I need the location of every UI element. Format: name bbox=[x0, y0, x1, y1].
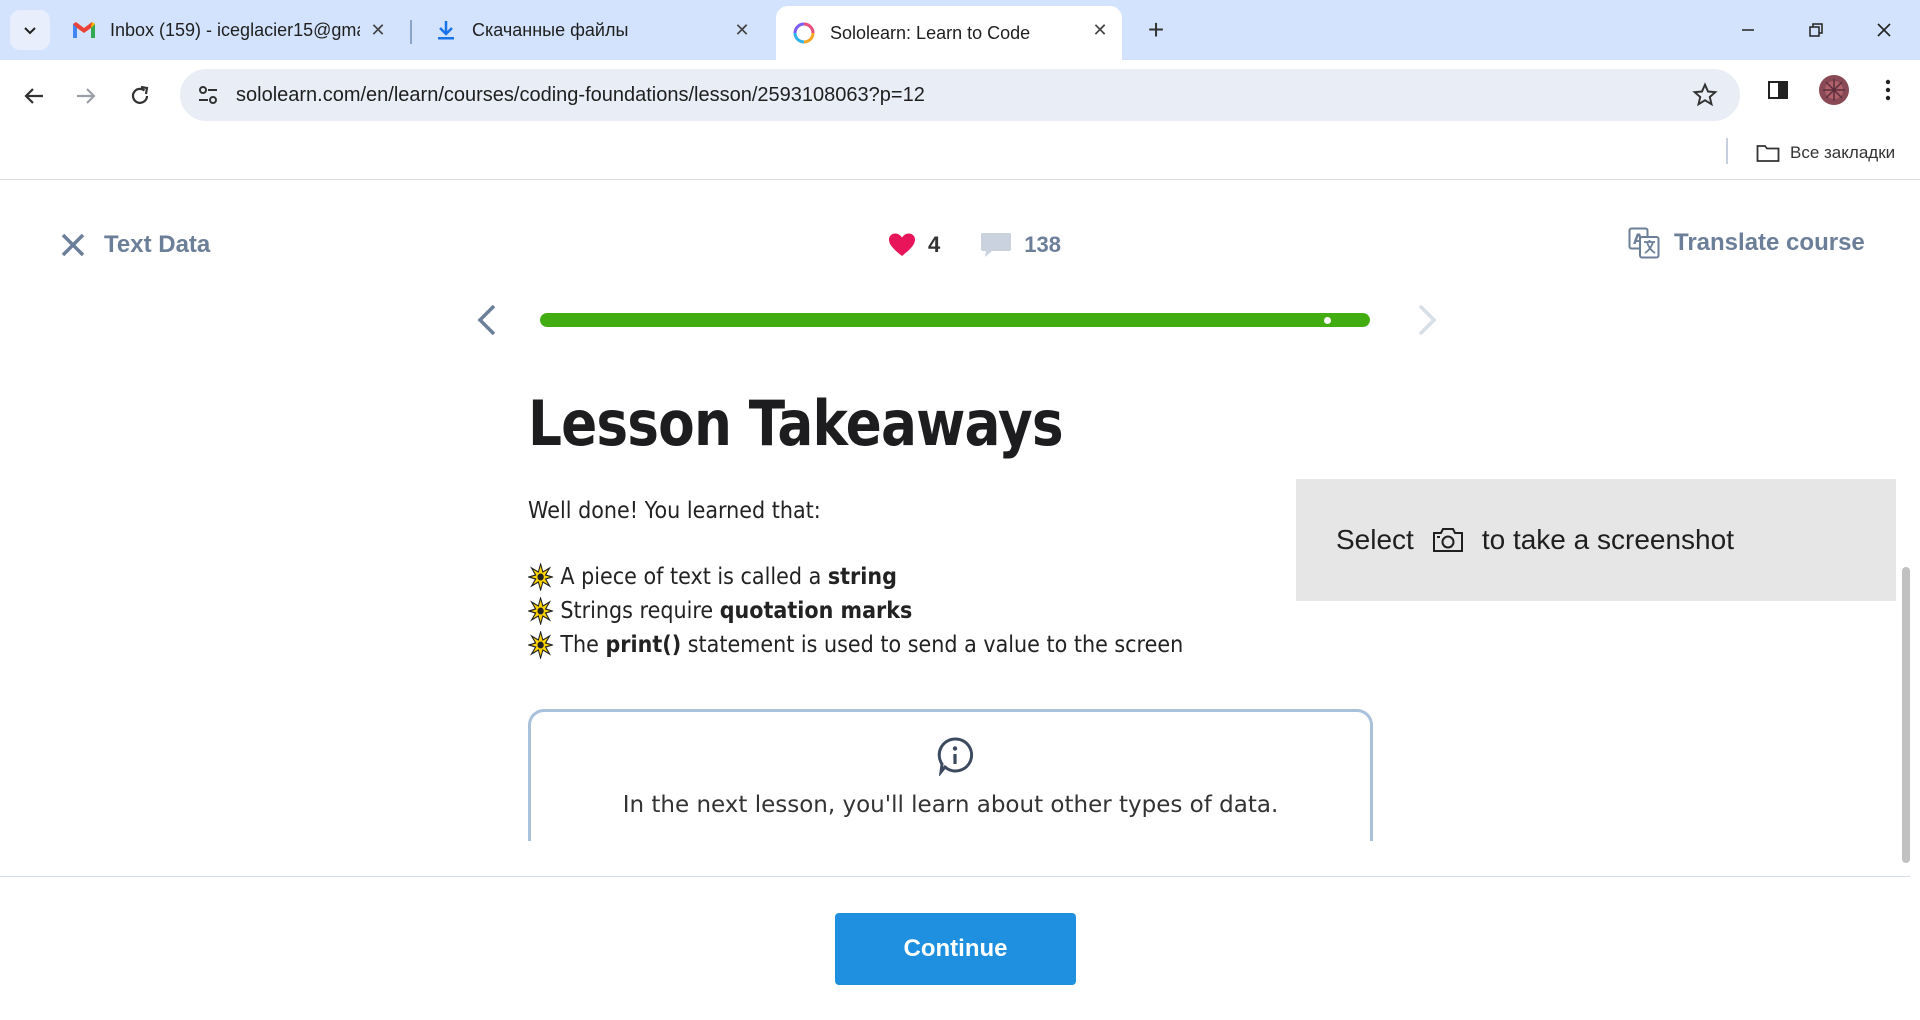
progress-marker bbox=[1324, 317, 1331, 324]
sololearn-icon bbox=[792, 21, 816, 45]
sparkle-icon bbox=[528, 631, 554, 659]
comments-count: 138 bbox=[1024, 232, 1061, 257]
close-icon[interactable]: ✕ bbox=[730, 18, 754, 42]
forward-button[interactable] bbox=[66, 76, 106, 116]
more-vertical-icon bbox=[1885, 79, 1891, 101]
info-icon bbox=[935, 736, 975, 781]
all-bookmarks-label: Все закладки bbox=[1790, 143, 1896, 162]
next-page-button[interactable] bbox=[1412, 303, 1440, 342]
restore-icon bbox=[1809, 23, 1823, 37]
translate-label: Translate course bbox=[1674, 229, 1865, 256]
lesson-content: Lesson Takeaways Well done! You learned … bbox=[528, 387, 1388, 662]
tab-gmail[interactable]: Inbox (159) - iceglacier15@gma ✕ bbox=[56, 6, 400, 54]
camera-icon bbox=[1432, 527, 1464, 553]
menu-button[interactable] bbox=[1876, 78, 1900, 107]
takeaway-text: Strings require quotation marks bbox=[560, 598, 913, 624]
chevron-right-icon bbox=[1418, 304, 1437, 336]
tab-title: Inbox (159) - iceglacier15@gma bbox=[110, 19, 360, 40]
comment-icon bbox=[981, 233, 1012, 257]
bookmarks-bar: Все закладки bbox=[0, 130, 1920, 180]
tab-sololearn[interactable]: Sololearn: Learn to Code ✕ bbox=[776, 6, 1122, 60]
page-title: Lesson Takeaways bbox=[528, 387, 1064, 460]
url-text: sololearn.com/en/learn/courses/coding-fo… bbox=[236, 83, 925, 106]
minimize-button[interactable] bbox=[1728, 12, 1768, 48]
address-bar[interactable]: sololearn.com/en/learn/courses/coding-fo… bbox=[180, 69, 1740, 121]
chevron-down-icon bbox=[24, 27, 36, 35]
minimize-icon bbox=[1742, 29, 1754, 31]
tab-title: Sololearn: Learn to Code bbox=[830, 22, 1031, 43]
download-icon bbox=[434, 18, 458, 42]
takeaway-item: A piece of text is called a string bbox=[528, 560, 1302, 594]
overlay-suffix-text: to take a screenshot bbox=[1481, 524, 1734, 555]
tab-title: Скачанные файлы bbox=[472, 19, 629, 40]
lesson-progress-bar bbox=[540, 313, 1370, 327]
tab-search-button[interactable] bbox=[10, 10, 50, 50]
translate-course-button[interactable]: A Translate course bbox=[1628, 227, 1865, 259]
browser-toolbar: sololearn.com/en/learn/courses/coding-fo… bbox=[0, 60, 1920, 130]
sparkle-icon bbox=[528, 563, 554, 591]
takeaway-item: The print() statement is used to send a … bbox=[528, 628, 1302, 662]
progress-fill bbox=[540, 313, 1370, 327]
gmail-icon bbox=[72, 18, 96, 42]
arrow-right-icon bbox=[77, 88, 96, 104]
close-icon[interactable]: ✕ bbox=[366, 18, 390, 42]
scrollbar[interactable] bbox=[1902, 567, 1910, 863]
lesson-name: Text Data bbox=[104, 231, 211, 258]
overlay-select-text: Select bbox=[1336, 524, 1414, 555]
close-icon[interactable]: ✕ bbox=[1088, 18, 1112, 42]
avatar-icon bbox=[1819, 75, 1849, 105]
side-panel-button[interactable] bbox=[1766, 78, 1790, 107]
lesson-header: Text Data bbox=[60, 231, 210, 259]
tab-downloads[interactable]: Скачанные файлы ✕ bbox=[418, 6, 764, 54]
close-lesson-button[interactable] bbox=[60, 232, 86, 258]
footer-divider bbox=[0, 876, 1910, 877]
restore-button[interactable] bbox=[1796, 12, 1836, 48]
takeaway-item: Strings require quotation marks bbox=[528, 594, 1302, 628]
previous-page-button[interactable] bbox=[474, 303, 502, 342]
comments-button[interactable]: 138 bbox=[980, 231, 1061, 259]
lesson-intro: Well done! You learned that: bbox=[528, 498, 821, 524]
sparkle-icon bbox=[528, 597, 554, 625]
bookmarks-divider bbox=[1726, 138, 1728, 164]
hearts-count: 4 bbox=[928, 232, 941, 257]
tab-divider bbox=[410, 20, 412, 44]
chevron-left-icon bbox=[477, 304, 496, 336]
takeaway-text: The print() statement is used to send a … bbox=[560, 632, 1184, 658]
close-window-button[interactable] bbox=[1864, 12, 1904, 48]
takeaways-list: A piece of text is called a string String… bbox=[528, 560, 1302, 662]
hearts-counter[interactable]: 4 bbox=[888, 232, 940, 258]
info-callout: In the next lesson, you'll learn about o… bbox=[528, 709, 1373, 841]
heart-icon bbox=[889, 233, 915, 256]
all-bookmarks-button[interactable]: Все закладки bbox=[1756, 138, 1895, 168]
translate-icon: A bbox=[1628, 227, 1660, 259]
close-icon bbox=[61, 233, 85, 257]
reload-icon bbox=[131, 85, 149, 104]
takeaway-text: A piece of text is called a string bbox=[560, 564, 897, 590]
tab-strip: Inbox (159) - iceglacier15@gma ✕ Скачанн… bbox=[0, 0, 1920, 60]
close-icon bbox=[1877, 23, 1891, 37]
info-text: In the next lesson, you'll learn about o… bbox=[622, 792, 1279, 818]
bookmark-star-icon[interactable] bbox=[1692, 82, 1718, 113]
continue-button[interactable]: Continue bbox=[835, 913, 1076, 985]
folder-icon bbox=[1756, 145, 1780, 162]
profile-avatar[interactable] bbox=[1818, 74, 1850, 111]
back-button[interactable] bbox=[14, 76, 54, 116]
site-settings-icon[interactable] bbox=[188, 75, 228, 115]
screenshot-hint-overlay: Select to take a screenshot bbox=[1296, 479, 1896, 601]
new-tab-button[interactable]: + bbox=[1140, 14, 1172, 46]
lesson-stats: 4 138 bbox=[888, 231, 1061, 259]
side-panel-icon bbox=[1768, 81, 1788, 99]
arrow-left-icon bbox=[24, 88, 43, 104]
reload-button[interactable] bbox=[120, 76, 160, 116]
